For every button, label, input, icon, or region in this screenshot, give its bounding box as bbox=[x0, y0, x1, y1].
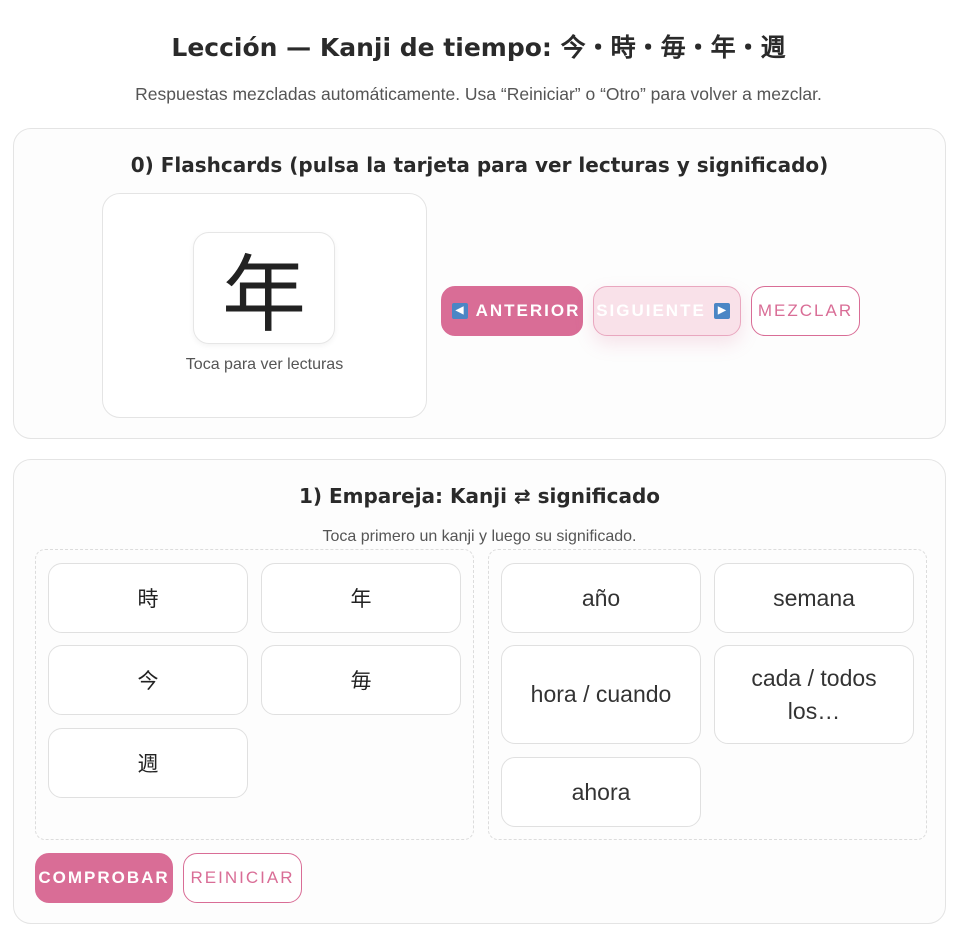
previous-button[interactable]: ◀ ANTERIOR bbox=[441, 286, 583, 336]
meaning-tile[interactable]: año bbox=[501, 563, 701, 633]
meaning-tile[interactable]: hora / cuando bbox=[501, 645, 701, 744]
reset-button[interactable]: REINICIAR bbox=[183, 853, 302, 903]
matching-section: 1) Empareja: Kanji ⇄ significado Toca pr… bbox=[13, 459, 946, 924]
arrow-left-icon: ◀ bbox=[451, 303, 468, 319]
flashcard[interactable]: 年 Toca para ver lecturas bbox=[102, 193, 427, 418]
meaning-zone: año semana hora / cuando cada / todos lo… bbox=[488, 549, 927, 840]
kanji-tile[interactable]: 毎 bbox=[261, 645, 461, 715]
kanji-tile[interactable]: 週 bbox=[48, 728, 248, 798]
meaning-tile[interactable]: cada / todos los… bbox=[714, 645, 914, 744]
check-button[interactable]: COMPROBAR bbox=[35, 853, 173, 903]
flashcards-title: 0) Flashcards (pulsa la tarjeta para ver… bbox=[130, 153, 829, 177]
next-button-label: SIGUIENTE bbox=[596, 301, 706, 320]
page-title: Lección — Kanji de tiempo: 今・時・毎・年・週 bbox=[171, 33, 786, 62]
arrow-right-icon: ▶ bbox=[713, 303, 730, 319]
next-button[interactable]: SIGUIENTE ▶ bbox=[593, 286, 741, 336]
kanji-tile[interactable]: 年 bbox=[261, 563, 461, 633]
page-subtitle: Respuestas mezcladas automáticamente. Us… bbox=[135, 84, 822, 104]
meaning-tile[interactable]: ahora bbox=[501, 757, 701, 827]
matching-title: 1) Empareja: Kanji ⇄ significado bbox=[298, 484, 661, 508]
flashcard-hint: Toca para ver lecturas bbox=[185, 356, 344, 373]
shuffle-button[interactable]: MEZCLAR bbox=[751, 286, 860, 336]
matching-instruction: Toca primero un kanji y luego su signifi… bbox=[322, 528, 637, 545]
meaning-tile[interactable]: semana bbox=[714, 563, 914, 633]
previous-button-label: ANTERIOR bbox=[475, 301, 581, 320]
kanji-tile[interactable]: 今 bbox=[48, 645, 248, 715]
flashcards-section: 0) Flashcards (pulsa la tarjeta para ver… bbox=[13, 128, 946, 439]
flashcard-kanji[interactable]: 年 bbox=[193, 232, 335, 344]
kanji-zone: 時 年 今 毎 週 bbox=[35, 549, 474, 840]
kanji-tile[interactable]: 時 bbox=[48, 563, 248, 633]
